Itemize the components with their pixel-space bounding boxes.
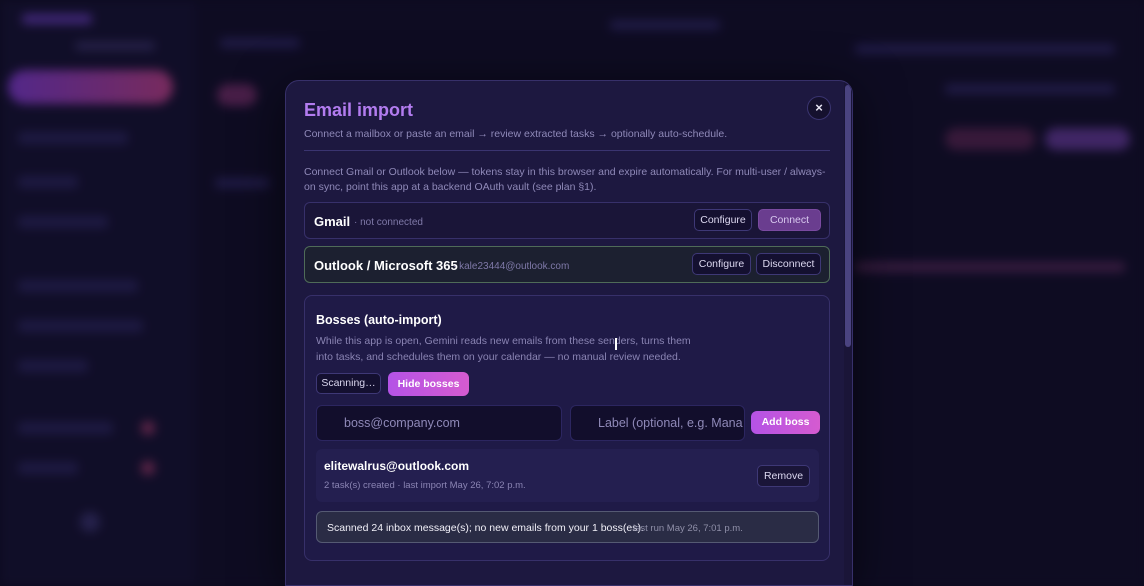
modal-scrollbar-thumb[interactable] (845, 85, 851, 347)
scan-status-text: Scanned 24 inbox message(s); no new emai… (327, 522, 644, 534)
modal-subtitle: Connect a mailbox or paste an email → re… (304, 128, 728, 140)
provider-name: Gmail (314, 214, 351, 229)
scanning-button[interactable]: Scanning… (316, 373, 381, 394)
divider (304, 150, 830, 151)
email-import-modal: Email import Connect a mailbox or paste … (285, 80, 853, 586)
provider-status: · kale23444@outlook.com (453, 261, 570, 272)
boss-label-input[interactable]: Label (optional, e.g. Mana (570, 405, 745, 441)
boss-email-input[interactable]: boss@company.com (316, 405, 562, 441)
provider-status: · not connected (354, 217, 423, 228)
provider-name: Outlook / Microsoft 365 (314, 258, 458, 273)
close-icon: × (815, 100, 823, 115)
scan-status-time: last run May 26, 7:01 p.m. (633, 523, 743, 534)
add-boss-button[interactable]: Add boss (751, 411, 820, 434)
text-cursor-icon (615, 338, 617, 350)
gmail-connect-button[interactable]: Connect (758, 209, 821, 231)
remove-boss-button[interactable]: Remove (757, 465, 810, 487)
provider-gmail: Gmail · not connected Configure Connect (304, 202, 830, 239)
provider-outlook: Outlook / Microsoft 365 · kale23444@outl… (304, 246, 830, 283)
boss-meta: 2 task(s) created · last import May 26, … (324, 480, 526, 491)
boss-list-item: elitewalrus@outlook.com 2 task(s) create… (316, 449, 819, 502)
close-button[interactable]: × (807, 96, 831, 120)
boss-email: elitewalrus@outlook.com (324, 459, 470, 473)
intro-text: Connect Gmail or Outlook below — tokens … (304, 166, 826, 193)
modal-title: Email import (304, 100, 414, 120)
modal-scrollbar-track[interactable] (844, 81, 852, 585)
background-sidebar (0, 0, 195, 586)
gmail-configure-button[interactable]: Configure (694, 209, 752, 231)
bosses-panel: Bosses (auto-import) While this app is o… (304, 295, 830, 561)
bosses-title: Bosses (auto-import) (316, 313, 442, 327)
hide-bosses-button[interactable]: Hide bosses (388, 372, 469, 396)
bosses-description: While this app is open, Gemini reads new… (316, 335, 691, 363)
outlook-disconnect-button[interactable]: Disconnect (756, 253, 821, 275)
scan-status-banner: Scanned 24 inbox message(s); no new emai… (316, 511, 819, 543)
outlook-configure-button[interactable]: Configure (692, 253, 751, 275)
